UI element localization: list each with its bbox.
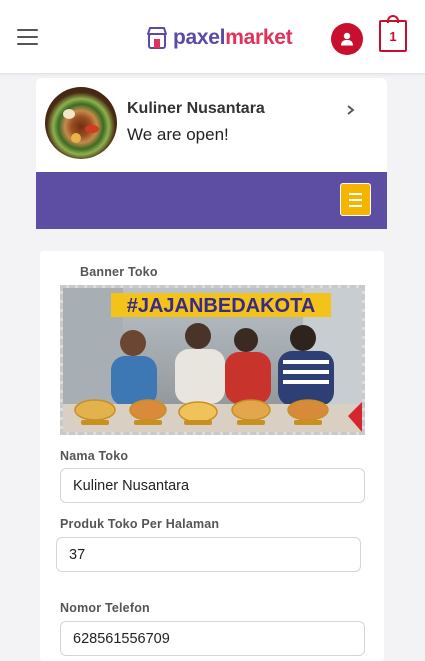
store-menu-button[interactable] bbox=[340, 183, 371, 216]
store-header-card[interactable]: Kuliner Nusantara We are open! bbox=[36, 78, 387, 172]
store-settings-form: Banner Toko #JAJANBEDAKOTA Nama Toko Kul… bbox=[40, 251, 384, 661]
user-account-button[interactable] bbox=[331, 23, 363, 55]
products-per-page-input[interactable]: 37 bbox=[56, 537, 361, 572]
banner-upload[interactable]: #JAJANBEDAKOTA bbox=[60, 285, 365, 435]
products-per-page-label: Produk Toko Per Halaman bbox=[60, 517, 220, 531]
chevron-right-icon[interactable] bbox=[345, 102, 357, 118]
store-avatar bbox=[45, 87, 117, 159]
store-status: We are open! bbox=[127, 125, 229, 144]
hamburger-menu-icon[interactable] bbox=[17, 29, 38, 45]
shopping-bag-icon bbox=[387, 15, 399, 23]
cart-count-badge: 1 bbox=[389, 28, 397, 44]
phone-label: Nomor Telefon bbox=[60, 601, 150, 615]
top-navbar: paxelmarket 1 bbox=[0, 0, 425, 74]
store-banner-band bbox=[36, 172, 387, 229]
store-name: Kuliner Nusantara bbox=[127, 100, 265, 117]
banner-image: #JAJANBEDAKOTA bbox=[63, 288, 362, 432]
phone-input[interactable]: 628561556709 bbox=[60, 621, 365, 656]
store-icon bbox=[147, 27, 167, 49]
store-name-input[interactable]: Kuliner Nusantara bbox=[60, 468, 365, 503]
banner-headline: #JAJANBEDAKOTA bbox=[127, 295, 316, 317]
store-name-label: Nama Toko bbox=[60, 449, 129, 463]
user-icon bbox=[341, 32, 353, 46]
brand-name-market: market bbox=[225, 26, 293, 49]
banner-label: Banner Toko bbox=[80, 265, 158, 279]
shopping-bag-button[interactable]: 1 bbox=[379, 15, 407, 52]
brand-name-paxel: paxel bbox=[173, 26, 226, 49]
brand-logo[interactable]: paxelmarket bbox=[146, 24, 293, 52]
